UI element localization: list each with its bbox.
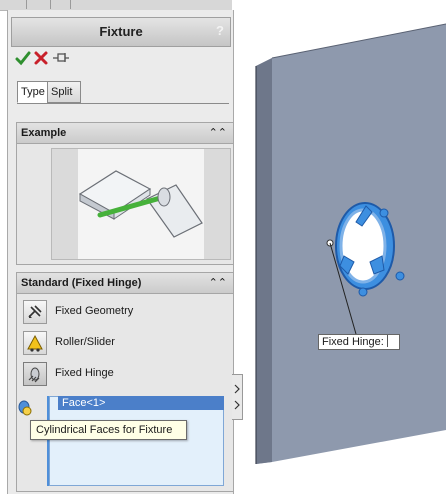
standard-group-header[interactable]: Standard (Fixed Hinge) ⌃⌃ bbox=[17, 273, 233, 294]
toolbar-tab[interactable] bbox=[32, 0, 51, 9]
fixed-hinge-label: Fixed Hinge bbox=[55, 367, 114, 379]
fixed-hinge-icon[interactable] bbox=[23, 362, 47, 386]
x-icon bbox=[34, 51, 48, 65]
example-group-title: Example bbox=[21, 127, 67, 139]
double-chevron-up-icon[interactable]: ⌃⌃ bbox=[209, 126, 227, 139]
fixed-hinge-callout[interactable]: Fixed Hinge: bbox=[318, 334, 400, 350]
standard-group-title: Standard (Fixed Hinge) bbox=[21, 277, 142, 289]
tab-divider bbox=[17, 103, 229, 104]
selection-list-item[interactable]: Face<1> bbox=[58, 396, 224, 410]
hinged-plates-example-icon bbox=[78, 170, 203, 238]
graphics-area[interactable] bbox=[244, 0, 446, 494]
example-group: Example ⌃⌃ bbox=[16, 122, 234, 265]
pin-button[interactable] bbox=[52, 50, 70, 68]
fixed-geometry-label: Fixed Geometry bbox=[55, 305, 134, 317]
help-button[interactable]: ? bbox=[216, 23, 224, 38]
roller-slider-icon[interactable] bbox=[23, 331, 47, 355]
tab-type[interactable]: Type bbox=[17, 81, 50, 103]
check-icon bbox=[15, 51, 31, 66]
roller-slider-label: Roller/Slider bbox=[55, 336, 115, 348]
pushpin-icon bbox=[53, 53, 69, 62]
callout-label: Fixed Hinge: bbox=[322, 336, 384, 348]
fixed-geometry-icon[interactable] bbox=[23, 300, 47, 324]
tooltip: Cylindrical Faces for Fixture bbox=[30, 420, 187, 440]
panel-title-bar: Fixture ? bbox=[11, 17, 231, 47]
panel-title: Fixture bbox=[99, 24, 143, 39]
example-image bbox=[51, 148, 231, 260]
toolbar-tab[interactable] bbox=[56, 0, 71, 9]
panel-collapse-handle[interactable] bbox=[232, 374, 243, 420]
example-group-header[interactable]: Example ⌃⌃ bbox=[17, 123, 233, 144]
callout-value-field[interactable] bbox=[386, 335, 397, 347]
double-chevron-up-icon[interactable]: ⌃⌃ bbox=[209, 276, 227, 289]
property-manager: Fixture ? Type Split Example ⌃⌃ Standard… bbox=[7, 10, 234, 494]
tab-split[interactable]: Split bbox=[47, 81, 81, 103]
cylindrical-faces-icon bbox=[16, 399, 34, 417]
plate-edge bbox=[256, 58, 272, 464]
ok-button[interactable] bbox=[14, 50, 32, 68]
toolbar-tab[interactable] bbox=[14, 0, 27, 9]
cancel-button[interactable] bbox=[32, 50, 50, 68]
